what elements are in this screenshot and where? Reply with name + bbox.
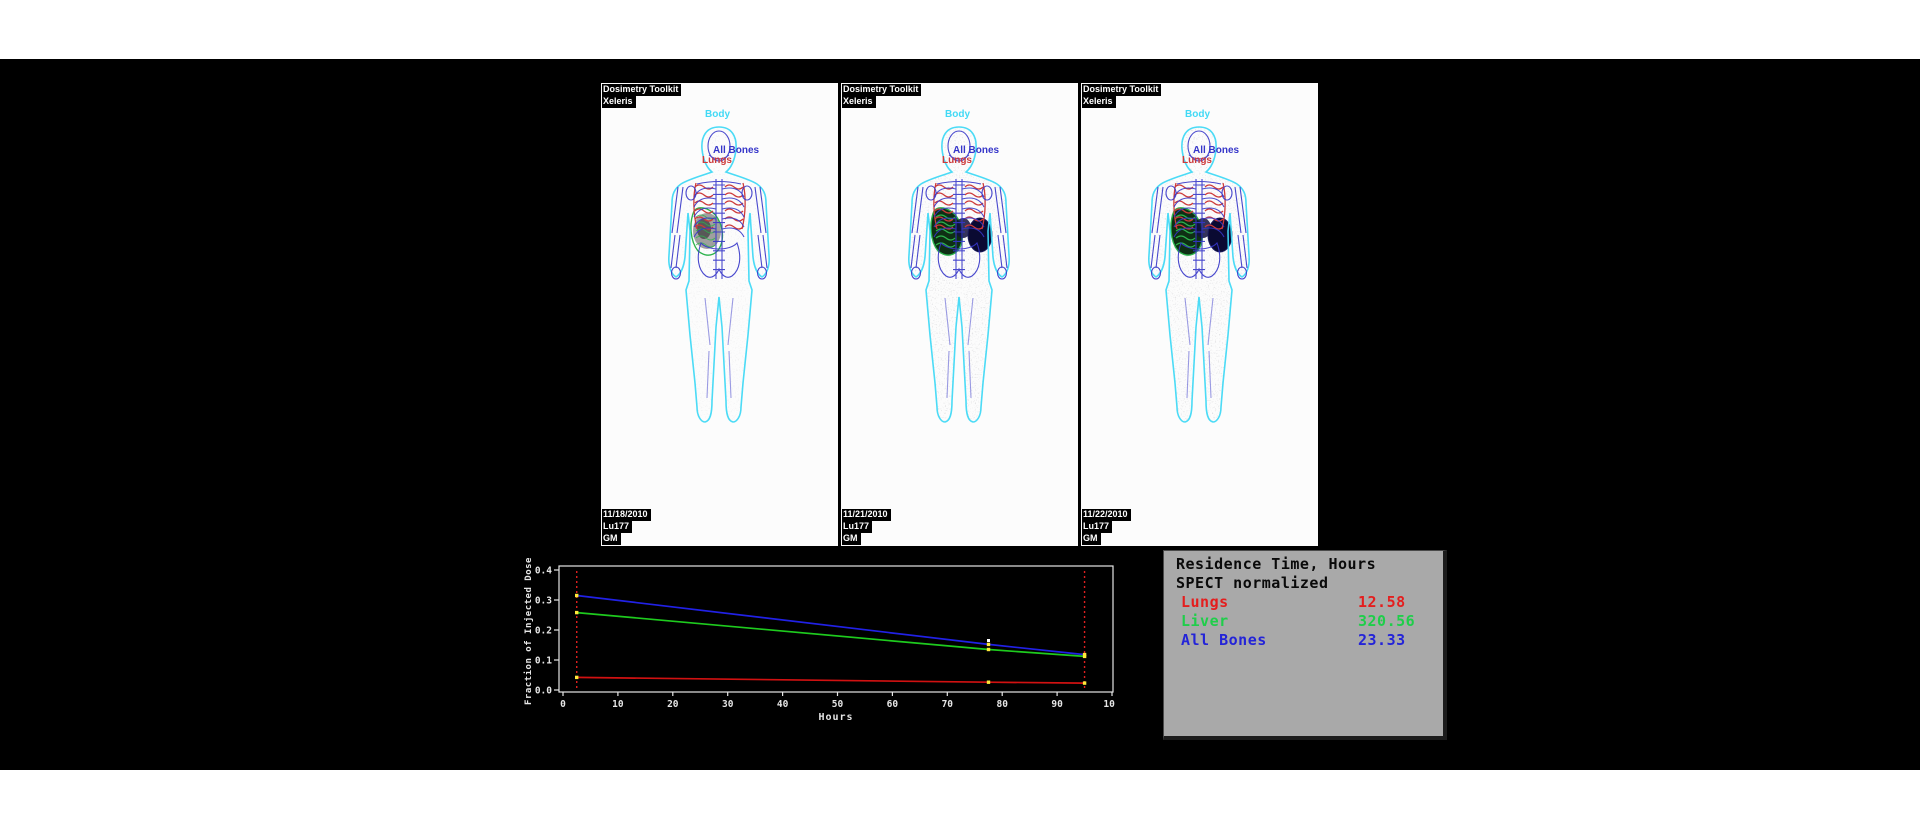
- svg-text:0.1: 0.1: [535, 656, 552, 667]
- toolkit-badge: Dosimetry Toolkit: [1082, 84, 1161, 96]
- panel-header-badges: Dosimetry Toolkit Xeleris: [602, 84, 681, 108]
- svg-text:20: 20: [667, 699, 679, 710]
- svg-text:40: 40: [777, 699, 789, 710]
- mode-badge: GM: [842, 533, 861, 545]
- svg-text:90: 90: [1051, 699, 1063, 710]
- lungs-contour-label: Lungs: [942, 155, 972, 166]
- scan-date-badge: 11/18/2010: [602, 509, 651, 521]
- isotope-badge: Lu177: [842, 521, 872, 533]
- toolkit-badge: Dosimetry Toolkit: [602, 84, 681, 96]
- toolkit-badge: Dosimetry Toolkit: [842, 84, 921, 96]
- svg-text:80: 80: [996, 699, 1008, 710]
- panel-footer-badges: 11/21/2010 Lu177 GM: [842, 509, 891, 545]
- residence-row-value: 320.56: [1358, 612, 1415, 631]
- mode-badge: GM: [1082, 533, 1101, 545]
- scan-date-badge: 11/22/2010: [1082, 509, 1131, 521]
- residence-row-lungs: Lungs 12.58: [1176, 593, 1443, 612]
- svg-text:0: 0: [560, 699, 566, 710]
- panel-header-badges: Dosimetry Toolkit Xeleris: [842, 84, 921, 108]
- scan-viewport-2[interactable]: Dosimetry Toolkit Xeleris Body: [841, 83, 1078, 546]
- svg-text:0.2: 0.2: [535, 626, 552, 637]
- svg-text:10: 10: [612, 699, 624, 710]
- scan-viewport-1[interactable]: Dosimetry Toolkit Xeleris Body: [601, 83, 838, 546]
- residence-row-label: Liver: [1176, 612, 1358, 631]
- residence-title-line1: Residence Time, Hours: [1176, 555, 1443, 574]
- residence-row-all-bones: All Bones 23.33: [1176, 631, 1443, 650]
- body-contour-label: Body: [1185, 109, 1210, 120]
- svg-text:0.0: 0.0: [535, 686, 552, 697]
- panel-footer-badges: 11/22/2010 Lu177 GM: [1082, 509, 1131, 545]
- svg-text:100: 100: [1103, 699, 1115, 710]
- x-axis-label: Hours: [756, 712, 916, 723]
- isotope-badge: Lu177: [602, 521, 632, 533]
- svg-text:0.3: 0.3: [535, 596, 552, 607]
- svg-text:0.4: 0.4: [535, 566, 552, 577]
- residence-time-panel: Residence Time, Hours SPECT normalized L…: [1163, 550, 1447, 740]
- panel-header-badges: Dosimetry Toolkit Xeleris: [1082, 84, 1161, 108]
- scan-date-badge: 11/21/2010: [842, 509, 891, 521]
- svg-text:50: 50: [832, 699, 844, 710]
- residence-row-value: 23.33: [1358, 631, 1406, 650]
- isotope-badge: Lu177: [1082, 521, 1112, 533]
- dosimetry-screen: { "app": { "toolkit_label": "Dosimetry T…: [0, 0, 1920, 830]
- workstation-badge: Xeleris: [602, 96, 636, 108]
- svg-text:70: 70: [942, 699, 954, 710]
- svg-text:30: 30: [722, 699, 734, 710]
- residence-row-label: Lungs: [1176, 593, 1358, 612]
- viewer-stage: Dosimetry Toolkit Xeleris Body: [0, 59, 1920, 770]
- residence-row-liver: Liver 320.56: [1176, 612, 1443, 631]
- lungs-contour-label: Lungs: [702, 155, 732, 166]
- panel-footer-badges: 11/18/2010 Lu177 GM: [602, 509, 651, 545]
- svg-text:60: 60: [887, 699, 899, 710]
- mode-badge: GM: [602, 533, 621, 545]
- body-contour-label: Body: [945, 109, 970, 120]
- scan-viewport-3[interactable]: Dosimetry Toolkit Xeleris Body: [1081, 83, 1318, 546]
- workstation-badge: Xeleris: [1082, 96, 1116, 108]
- residence-row-value: 12.58: [1358, 593, 1406, 612]
- body-contour-label: Body: [705, 109, 730, 120]
- workstation-badge: Xeleris: [842, 96, 876, 108]
- time-activity-chart[interactable]: Fraction of Injected Dose 0 10 20 30 40 …: [524, 557, 1115, 739]
- lungs-contour-label: Lungs: [1182, 155, 1212, 166]
- residence-title-line2: SPECT normalized: [1176, 574, 1443, 593]
- residence-row-label: All Bones: [1176, 631, 1358, 650]
